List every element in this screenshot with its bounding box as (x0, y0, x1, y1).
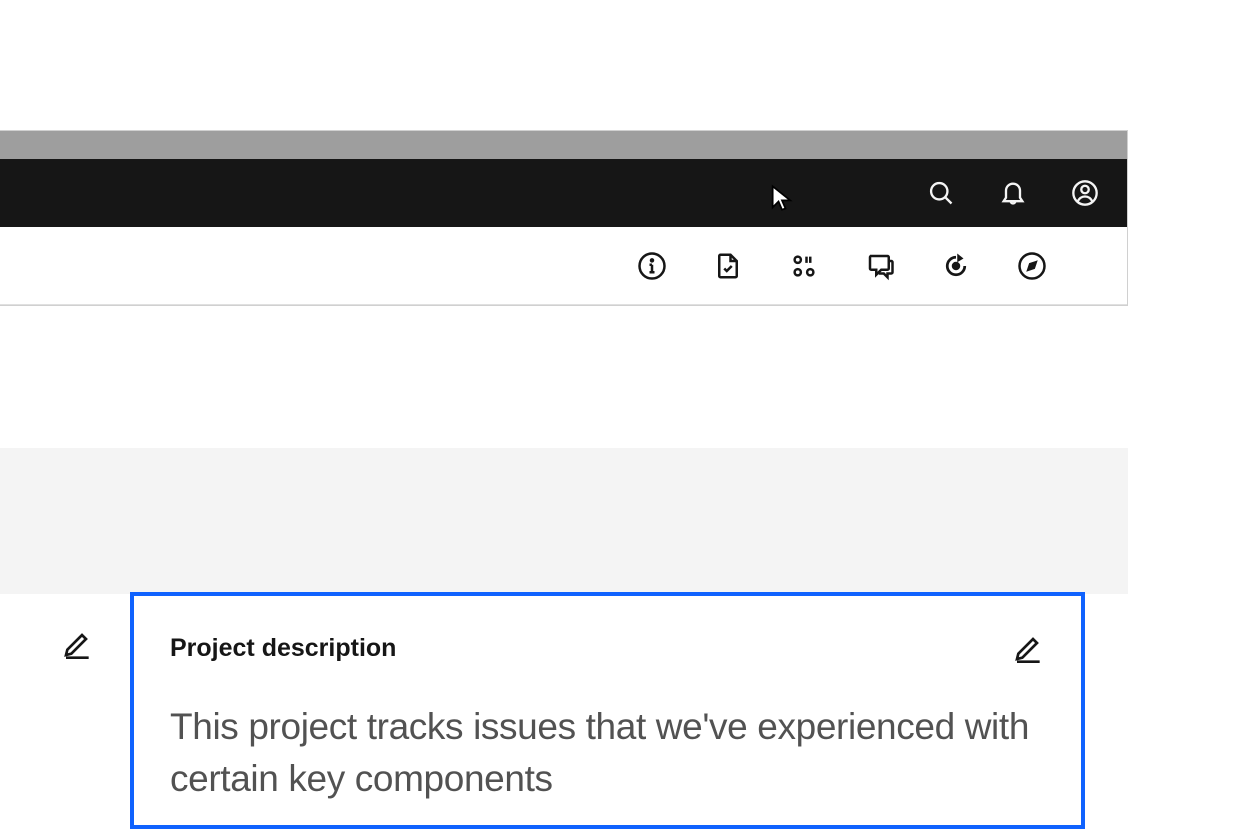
project-toolbar (0, 227, 1127, 305)
panel-body-text: This project tracks issues that we've ex… (170, 701, 1045, 805)
window-chrome (0, 131, 1127, 159)
edit-icon[interactable] (1013, 631, 1045, 663)
content-background (0, 448, 1128, 594)
grid-icon[interactable] (789, 251, 819, 281)
user-icon[interactable] (1071, 179, 1099, 207)
panel-heading: Project description (170, 634, 1045, 663)
cursor-arrow-icon (770, 184, 794, 212)
project-description-panel[interactable]: Project description This project tracks … (130, 592, 1085, 829)
refresh-icon[interactable] (941, 251, 971, 281)
document-check-icon[interactable] (713, 251, 743, 281)
comment-icon[interactable] (865, 251, 895, 281)
compass-icon[interactable] (1017, 251, 1047, 281)
bell-icon[interactable] (999, 179, 1027, 207)
app-window (0, 130, 1128, 306)
top-header-bar (0, 159, 1127, 227)
search-icon[interactable] (927, 179, 955, 207)
info-icon[interactable] (637, 251, 667, 281)
edit-icon[interactable] (62, 627, 94, 659)
